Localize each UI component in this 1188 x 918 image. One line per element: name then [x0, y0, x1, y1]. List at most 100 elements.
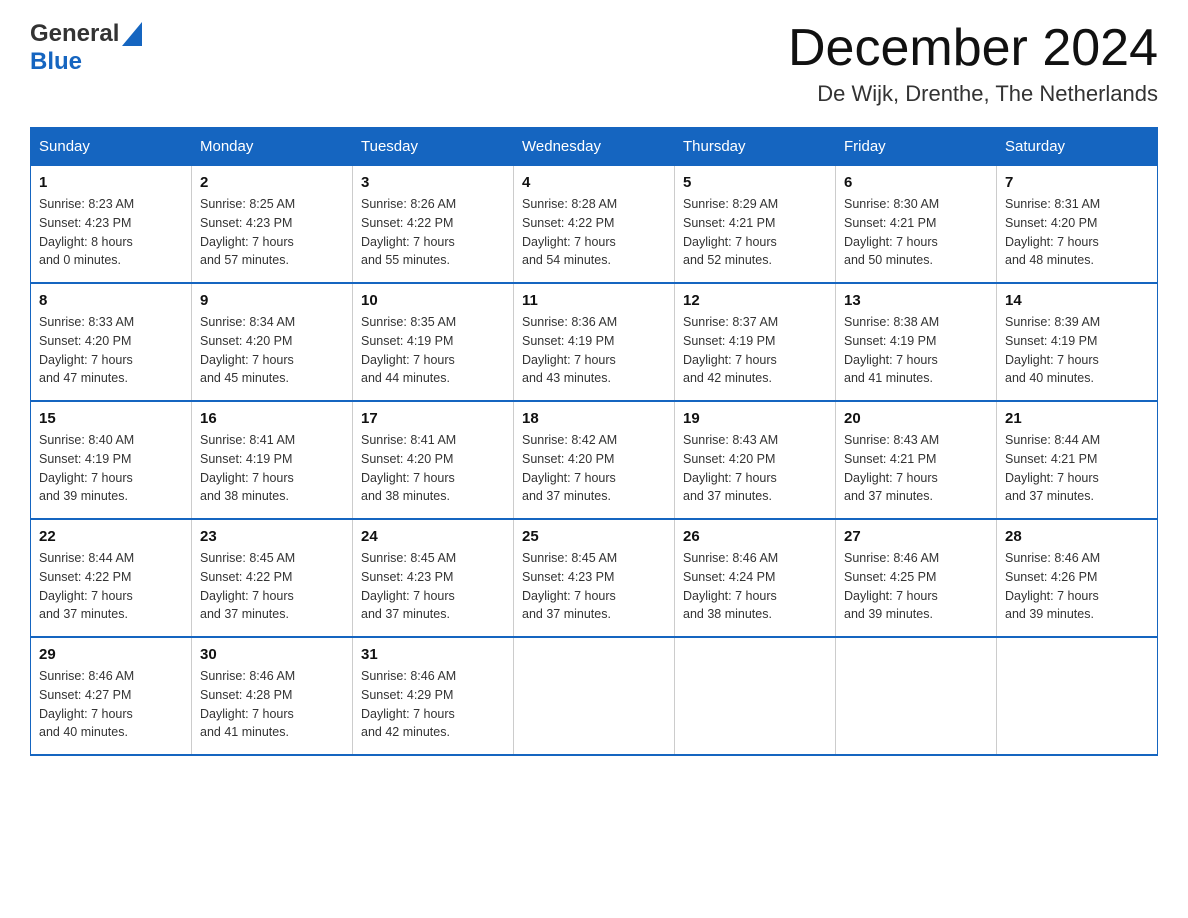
- day-number: 27: [844, 528, 988, 545]
- logo-general-text: General: [30, 20, 119, 48]
- day-info: Sunrise: 8:46 AM Sunset: 4:28 PM Dayligh…: [200, 667, 344, 742]
- day-number: 7: [1005, 174, 1149, 191]
- day-number: 8: [39, 292, 183, 309]
- calendar-cell: [997, 637, 1158, 755]
- calendar-cell: 3 Sunrise: 8:26 AM Sunset: 4:22 PM Daylig…: [353, 166, 514, 284]
- calendar-cell: 17 Sunrise: 8:41 AM Sunset: 4:20 PM Dayli…: [353, 401, 514, 519]
- calendar-cell: 11Sunrise: 8:36 AM Sunset: 4:19 PM Dayli…: [514, 283, 675, 401]
- calendar-cell: 1 Sunrise: 8:23 AM Sunset: 4:23 PM Daylig…: [31, 166, 192, 284]
- calendar-cell: 7 Sunrise: 8:31 AM Sunset: 4:20 PM Daylig…: [997, 166, 1158, 284]
- calendar-week-row: 22 Sunrise: 8:44 AM Sunset: 4:22 PM Dayli…: [31, 519, 1158, 637]
- day-number: 13: [844, 292, 988, 309]
- calendar-cell: 21Sunrise: 8:44 AM Sunset: 4:21 PM Dayli…: [997, 401, 1158, 519]
- day-info: Sunrise: 8:45 AM Sunset: 4:23 PM Dayligh…: [361, 549, 505, 624]
- day-number: 16: [200, 410, 344, 427]
- day-info: Sunrise: 8:23 AM Sunset: 4:23 PM Dayligh…: [39, 195, 183, 270]
- calendar-cell: 4 Sunrise: 8:28 AM Sunset: 4:22 PM Daylig…: [514, 166, 675, 284]
- day-info: Sunrise: 8:35 AM Sunset: 4:19 PM Dayligh…: [361, 313, 505, 388]
- day-info: Sunrise: 8:44 AM Sunset: 4:22 PM Dayligh…: [39, 549, 183, 624]
- day-number: 30: [200, 646, 344, 663]
- day-number: 14: [1005, 292, 1149, 309]
- calendar-cell: 2 Sunrise: 8:25 AM Sunset: 4:23 PM Daylig…: [192, 166, 353, 284]
- title-block: December 2024 De Wijk, Drenthe, The Neth…: [788, 20, 1158, 107]
- calendar-cell: 5 Sunrise: 8:29 AM Sunset: 4:21 PM Daylig…: [675, 166, 836, 284]
- day-number: 22: [39, 528, 183, 545]
- calendar-header-saturday: Saturday: [997, 128, 1158, 166]
- calendar-cell: 28Sunrise: 8:46 AM Sunset: 4:26 PM Dayli…: [997, 519, 1158, 637]
- day-info: Sunrise: 8:41 AM Sunset: 4:19 PM Dayligh…: [200, 431, 344, 506]
- day-number: 6: [844, 174, 988, 191]
- day-number: 23: [200, 528, 344, 545]
- day-number: 29: [39, 646, 183, 663]
- day-info: Sunrise: 8:37 AM Sunset: 4:19 PM Dayligh…: [683, 313, 827, 388]
- calendar-header-row: SundayMondayTuesdayWednesdayThursdayFrid…: [31, 128, 1158, 166]
- page-header: General Blue December 2024 De Wijk, Dren…: [30, 20, 1158, 107]
- calendar-header-tuesday: Tuesday: [353, 128, 514, 166]
- logo-triangle-icon: [122, 22, 142, 46]
- calendar-cell: 16 Sunrise: 8:41 AM Sunset: 4:19 PM Dayli…: [192, 401, 353, 519]
- calendar-header-friday: Friday: [836, 128, 997, 166]
- day-info: Sunrise: 8:31 AM Sunset: 4:20 PM Dayligh…: [1005, 195, 1149, 270]
- day-number: 15: [39, 410, 183, 427]
- day-number: 10: [361, 292, 505, 309]
- day-info: Sunrise: 8:36 AM Sunset: 4:19 PM Dayligh…: [522, 313, 666, 388]
- day-info: Sunrise: 8:38 AM Sunset: 4:19 PM Dayligh…: [844, 313, 988, 388]
- location-title: De Wijk, Drenthe, The Netherlands: [788, 81, 1158, 107]
- calendar-cell: 6Sunrise: 8:30 AM Sunset: 4:21 PM Daylig…: [836, 166, 997, 284]
- day-number: 31: [361, 646, 505, 663]
- calendar-cell: [675, 637, 836, 755]
- day-info: Sunrise: 8:43 AM Sunset: 4:21 PM Dayligh…: [844, 431, 988, 506]
- calendar-cell: 18 Sunrise: 8:42 AM Sunset: 4:20 PM Dayli…: [514, 401, 675, 519]
- day-info: Sunrise: 8:44 AM Sunset: 4:21 PM Dayligh…: [1005, 431, 1149, 506]
- logo-blue-text: Blue: [30, 48, 82, 75]
- calendar-cell: 20 Sunrise: 8:43 AM Sunset: 4:21 PM Dayli…: [836, 401, 997, 519]
- day-info: Sunrise: 8:39 AM Sunset: 4:19 PM Dayligh…: [1005, 313, 1149, 388]
- day-info: Sunrise: 8:45 AM Sunset: 4:23 PM Dayligh…: [522, 549, 666, 624]
- calendar-week-row: 1 Sunrise: 8:23 AM Sunset: 4:23 PM Daylig…: [31, 166, 1158, 284]
- day-number: 20: [844, 410, 988, 427]
- calendar-cell: 31 Sunrise: 8:46 AM Sunset: 4:29 PM Dayli…: [353, 637, 514, 755]
- calendar-cell: 15 Sunrise: 8:40 AM Sunset: 4:19 PM Dayli…: [31, 401, 192, 519]
- calendar-cell: 24 Sunrise: 8:45 AM Sunset: 4:23 PM Dayli…: [353, 519, 514, 637]
- day-info: Sunrise: 8:43 AM Sunset: 4:20 PM Dayligh…: [683, 431, 827, 506]
- day-number: 24: [361, 528, 505, 545]
- month-title: December 2024: [788, 20, 1158, 77]
- calendar-cell: 30 Sunrise: 8:46 AM Sunset: 4:28 PM Dayli…: [192, 637, 353, 755]
- day-info: Sunrise: 8:29 AM Sunset: 4:21 PM Dayligh…: [683, 195, 827, 270]
- calendar-cell: 23Sunrise: 8:45 AM Sunset: 4:22 PM Dayli…: [192, 519, 353, 637]
- day-info: Sunrise: 8:33 AM Sunset: 4:20 PM Dayligh…: [39, 313, 183, 388]
- day-number: 9: [200, 292, 344, 309]
- calendar-table: SundayMondayTuesdayWednesdayThursdayFrid…: [30, 127, 1158, 756]
- calendar-cell: 19 Sunrise: 8:43 AM Sunset: 4:20 PM Dayli…: [675, 401, 836, 519]
- day-info: Sunrise: 8:46 AM Sunset: 4:25 PM Dayligh…: [844, 549, 988, 624]
- day-info: Sunrise: 8:42 AM Sunset: 4:20 PM Dayligh…: [522, 431, 666, 506]
- calendar-cell: 29 Sunrise: 8:46 AM Sunset: 4:27 PM Dayli…: [31, 637, 192, 755]
- calendar-cell: 12Sunrise: 8:37 AM Sunset: 4:19 PM Dayli…: [675, 283, 836, 401]
- day-number: 19: [683, 410, 827, 427]
- calendar-header-monday: Monday: [192, 128, 353, 166]
- calendar-cell: 14 Sunrise: 8:39 AM Sunset: 4:19 PM Dayli…: [997, 283, 1158, 401]
- day-number: 18: [522, 410, 666, 427]
- day-info: Sunrise: 8:41 AM Sunset: 4:20 PM Dayligh…: [361, 431, 505, 506]
- day-number: 1: [39, 174, 183, 191]
- day-info: Sunrise: 8:40 AM Sunset: 4:19 PM Dayligh…: [39, 431, 183, 506]
- calendar-week-row: 15 Sunrise: 8:40 AM Sunset: 4:19 PM Dayli…: [31, 401, 1158, 519]
- logo: General Blue: [30, 20, 142, 76]
- calendar-cell: 22 Sunrise: 8:44 AM Sunset: 4:22 PM Dayli…: [31, 519, 192, 637]
- day-number: 17: [361, 410, 505, 427]
- day-info: Sunrise: 8:46 AM Sunset: 4:26 PM Dayligh…: [1005, 549, 1149, 624]
- day-number: 4: [522, 174, 666, 191]
- calendar-week-row: 8 Sunrise: 8:33 AM Sunset: 4:20 PM Daylig…: [31, 283, 1158, 401]
- day-number: 2: [200, 174, 344, 191]
- day-info: Sunrise: 8:26 AM Sunset: 4:22 PM Dayligh…: [361, 195, 505, 270]
- calendar-cell: [514, 637, 675, 755]
- day-info: Sunrise: 8:46 AM Sunset: 4:24 PM Dayligh…: [683, 549, 827, 624]
- day-number: 3: [361, 174, 505, 191]
- day-info: Sunrise: 8:46 AM Sunset: 4:27 PM Dayligh…: [39, 667, 183, 742]
- day-info: Sunrise: 8:28 AM Sunset: 4:22 PM Dayligh…: [522, 195, 666, 270]
- day-number: 5: [683, 174, 827, 191]
- day-info: Sunrise: 8:25 AM Sunset: 4:23 PM Dayligh…: [200, 195, 344, 270]
- day-number: 25: [522, 528, 666, 545]
- calendar-week-row: 29 Sunrise: 8:46 AM Sunset: 4:27 PM Dayli…: [31, 637, 1158, 755]
- day-info: Sunrise: 8:46 AM Sunset: 4:29 PM Dayligh…: [361, 667, 505, 742]
